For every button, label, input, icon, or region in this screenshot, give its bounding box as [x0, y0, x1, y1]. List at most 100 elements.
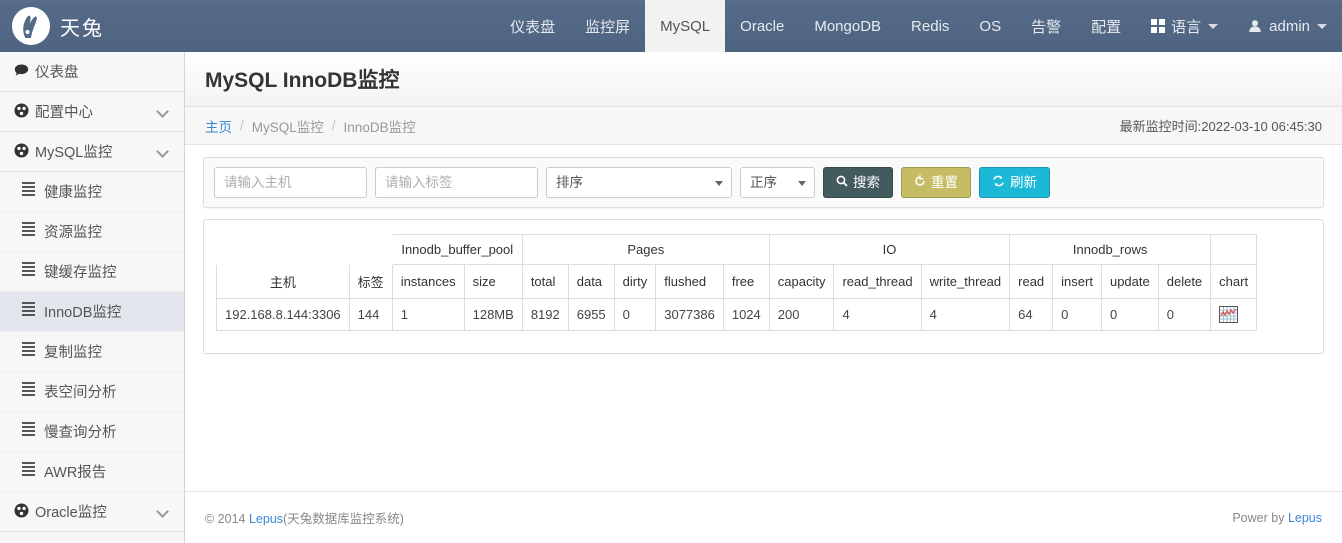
chevron-down-icon	[1208, 23, 1219, 29]
chevron-down-icon	[157, 105, 170, 118]
sidebar-item-label: InnoDB监控	[44, 305, 122, 321]
sidebar-item-awr-report[interactable]: AWR报告	[0, 452, 184, 492]
column-size: size	[463, 264, 523, 299]
sidebar-item-label: 复制监控	[44, 345, 102, 361]
table-column-header-row: 主机 标签 instances size total data dirty fl…	[216, 264, 1258, 299]
search-button-label: 搜索	[853, 174, 880, 190]
brand[interactable]: 天兔	[0, 0, 185, 52]
footer-lepus-link[interactable]: Lepus	[249, 512, 283, 526]
list-icon	[22, 381, 44, 402]
sidebar-item-health-monitor[interactable]: 健康监控	[0, 172, 184, 212]
column-data: data	[567, 264, 615, 299]
table-head: Innodb_buffer_pool Pages IO Innodb_rows …	[216, 234, 1258, 299]
cell-flushed: 3077386	[655, 297, 724, 332]
footer-copyright: © 2014 Lepus(天兔数据库监控系统)	[205, 508, 404, 527]
nav-item-config[interactable]: 配置	[1076, 0, 1136, 52]
column-read-thread: read_thread	[833, 264, 922, 299]
column-flushed: flushed	[655, 264, 724, 299]
cell-size: 128MB	[463, 297, 523, 332]
host-input[interactable]	[214, 167, 367, 198]
sidebar-item-slow-query-analysis[interactable]: 慢查询分析	[0, 412, 184, 452]
sidebar-item-tablespace-analysis[interactable]: 表空间分析	[0, 372, 184, 412]
column-capacity: capacity	[768, 264, 835, 299]
brand-title: 天兔	[60, 17, 104, 40]
latest-monitor-time: 最新监控时间:2022-03-10 06:45:30	[1119, 119, 1322, 134]
nav-item-alarm[interactable]: 告警	[1016, 0, 1076, 52]
chevron-down-icon	[157, 505, 170, 518]
dashboard-icon	[14, 143, 35, 161]
sidebar-item-key-cache-monitor[interactable]: 键缓存监控	[0, 252, 184, 292]
nav-item-mysql[interactable]: MySQL	[645, 0, 726, 52]
column-host: 主机	[216, 264, 350, 299]
cell-dirty: 0	[613, 297, 657, 332]
sort-select[interactable]: 排序	[546, 167, 732, 198]
sidebar-item-config-center[interactable]: 配置中心	[0, 92, 184, 132]
tag-input[interactable]	[375, 167, 538, 198]
sidebar-item-label: 健康监控	[44, 185, 102, 201]
nav-item-user[interactable]: admin	[1233, 0, 1342, 52]
cell-free: 1024	[722, 297, 770, 332]
refresh-ccw-icon	[914, 175, 926, 190]
column-tag: 标签	[348, 264, 393, 299]
sidebar-item-resource-monitor[interactable]: 资源监控	[0, 212, 184, 252]
sidebar-item-label: 表空间分析	[44, 385, 117, 401]
group-header-blank-left	[217, 235, 393, 265]
cell-update: 0	[1100, 297, 1159, 332]
cell-instances: 1	[391, 297, 465, 332]
grid-icon	[1151, 19, 1166, 33]
nav-item-oracle[interactable]: Oracle	[725, 0, 799, 52]
search-toolbar: 排序 正序 搜索 重置	[204, 158, 1323, 207]
footer: © 2014 Lepus(天兔数据库监控系统) Power by Lepus	[185, 491, 1342, 543]
nav-item-mongodb[interactable]: MongoDB	[799, 0, 896, 52]
group-header-pages: Pages	[521, 234, 770, 265]
nav-item-redis[interactable]: Redis	[896, 0, 964, 52]
sidebar: 仪表盘 配置中心 MySQL监控 健康监控 资源监控 键缓存监控 InnoDB监…	[0, 52, 185, 543]
chart-line-icon[interactable]	[1219, 306, 1239, 324]
top-navbar: 天兔 仪表盘 监控屏 MySQL Oracle MongoDB Redis OS…	[0, 0, 1342, 52]
cell-capacity: 200	[768, 297, 835, 332]
search-button[interactable]: 搜索	[823, 167, 893, 198]
sidebar-item-label: 资源监控	[44, 225, 102, 241]
column-insert: insert	[1052, 264, 1102, 299]
navbar-spacer	[185, 0, 495, 52]
navbar-items: 仪表盘 监控屏 MySQL Oracle MongoDB Redis OS 告警…	[495, 0, 1342, 52]
nav-item-dashboard[interactable]: 仪表盘	[495, 0, 570, 52]
footer-power-lepus-link[interactable]: Lepus	[1288, 511, 1322, 525]
breadcrumb-parent[interactable]: MySQL监控	[252, 116, 324, 136]
sidebar-item-oracle-monitor[interactable]: Oracle监控	[0, 492, 184, 532]
list-icon	[22, 261, 44, 282]
sidebar-item-dashboard[interactable]: 仪表盘	[0, 52, 184, 92]
list-icon	[22, 421, 44, 442]
column-total: total	[521, 264, 569, 299]
column-chart: chart	[1210, 264, 1258, 299]
refresh-button-label: 刷新	[1010, 174, 1037, 190]
refresh-button[interactable]: 刷新	[979, 167, 1050, 198]
nav-item-monitor-screen[interactable]: 监控屏	[570, 0, 645, 52]
cell-chart[interactable]	[1210, 297, 1258, 332]
nav-item-os[interactable]: OS	[964, 0, 1016, 52]
table-group-header-row: Innodb_buffer_pool Pages IO Innodb_rows	[217, 234, 1258, 265]
list-icon	[22, 461, 44, 482]
order-select[interactable]: 正序	[740, 167, 815, 198]
sidebar-item-replication-monitor[interactable]: 复制监控	[0, 332, 184, 372]
cell-insert: 0	[1052, 297, 1102, 332]
rabbit-logo-icon	[12, 7, 50, 45]
sidebar-item-mysql-monitor[interactable]: MySQL监控	[0, 132, 184, 172]
list-icon	[22, 341, 44, 362]
sidebar-item-innodb-monitor[interactable]: InnoDB监控	[0, 292, 184, 332]
table-row: 192.168.8.144:3306 144 1 128MB 8192 6955…	[216, 297, 1258, 332]
group-header-innodb-rows: Innodb_rows	[1009, 234, 1212, 265]
dashboard-icon	[14, 103, 35, 121]
footer-copyright-suffix: (天兔数据库监控系统)	[283, 512, 404, 526]
cell-delete: 0	[1157, 297, 1212, 332]
cell-read: 64	[1009, 297, 1054, 332]
column-delete: delete	[1157, 264, 1212, 299]
reset-button[interactable]: 重置	[901, 167, 971, 198]
magnifier-icon	[836, 175, 848, 190]
breadcrumb-separator: /	[331, 118, 336, 133]
nav-item-language[interactable]: 语言	[1136, 0, 1233, 52]
breadcrumb-home[interactable]: 主页	[205, 116, 232, 136]
sidebar-item-mongodb-monitor[interactable]: MongoDB监控	[0, 532, 184, 543]
cell-write-thread: 4	[920, 297, 1011, 332]
sidebar-item-label: 仪表盘	[35, 65, 79, 81]
